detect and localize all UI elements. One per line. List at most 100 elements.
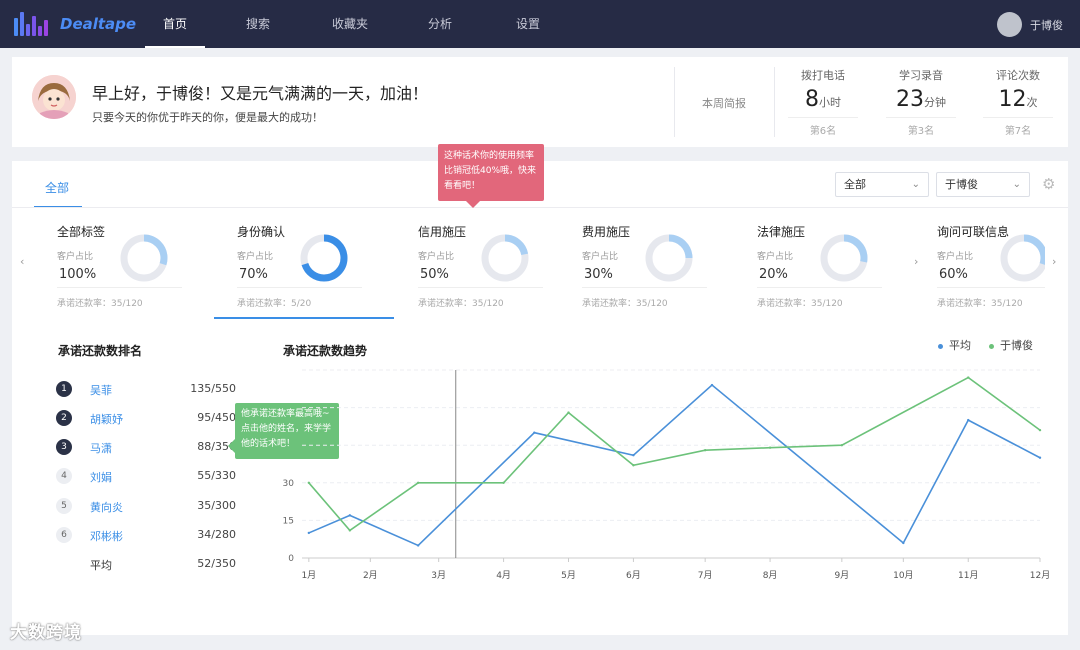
stat-label: 评论次数 (996, 69, 1040, 82)
user-name[interactable]: 于博俊 (1030, 17, 1063, 33)
scope-select[interactable]: 全部 ⌄ (835, 172, 929, 197)
x-tick-label: 1月 (301, 570, 316, 581)
x-tick-label: 4月 (496, 570, 511, 581)
category-donut (481, 234, 529, 282)
data-point (768, 446, 772, 449)
divider (57, 287, 182, 288)
greeting-subtitle: 只要今天的你优于昨天的你，便是最大的成功！ (92, 111, 323, 124)
data-point (967, 418, 970, 422)
ranking-row: 5 黄向炎 35/300 (56, 496, 236, 516)
divider (757, 287, 882, 288)
carousel-next-button[interactable]: › (914, 255, 918, 268)
divider (774, 67, 775, 137)
stat-calls: 拨打电话 8小时 第6名 (778, 67, 868, 137)
category-sub: 客户占比 (757, 252, 794, 262)
data-point (416, 544, 420, 547)
profile-avatar (32, 75, 76, 119)
category-name: 身份确认 (237, 225, 286, 239)
category-percent: 50% (420, 267, 449, 282)
nav-favorites[interactable]: 收藏夹 (320, 0, 380, 48)
category-card-fees[interactable]: 费用施压 客户占比 30% 承诺还款率：35/120 (582, 221, 732, 311)
stat-value: 23 (896, 87, 924, 112)
legend-dot (938, 343, 943, 349)
legend-average[interactable]: 平均 (938, 337, 971, 353)
trend-line-chart: 0 15 30 1月 2月 3月 4月 5月 6月 7月 8月 9月 10月 11月 12月 (283, 369, 1050, 581)
x-tick-label: 5月 (561, 570, 576, 581)
category-name: 全部标签 (57, 225, 106, 239)
divider (418, 287, 543, 288)
rank-badge: 6 (56, 527, 72, 543)
category-rate: 承诺还款率：35/120 (582, 299, 668, 309)
gear-icon[interactable]: ⚙ (1042, 176, 1058, 192)
data-point (632, 454, 635, 457)
category-sub: 客户占比 (237, 252, 274, 262)
rank-name-link[interactable]: 吴菲 (90, 382, 112, 398)
rank-badge: 1 (56, 381, 72, 397)
category-percent: 60% (939, 267, 968, 282)
rank-name-link[interactable]: 黄向炎 (90, 499, 123, 515)
stat-rank: 第3名 (886, 117, 956, 137)
tab-divider (12, 207, 1068, 208)
data-point (307, 481, 311, 484)
category-donut (820, 234, 868, 282)
y-tick-label: 0 (288, 554, 294, 564)
rank-name-link[interactable]: 刘娟 (90, 469, 112, 485)
stat-label: 学习录音 (899, 69, 943, 82)
stat-learning: 学习录音 23分钟 第3名 (876, 67, 966, 137)
stat-label: 拨打电话 (801, 69, 845, 82)
user-avatar[interactable] (997, 12, 1022, 37)
rank-name-link[interactable]: 马潇 (90, 440, 112, 456)
divider (237, 287, 362, 288)
x-tick-label: 9月 (834, 570, 849, 581)
tab-all[interactable]: 全部 (45, 179, 69, 196)
category-card-credit[interactable]: 信用施压 客户占比 50% 承诺还款率：35/120 (418, 221, 568, 311)
category-rate: 承诺还款率：35/120 (757, 299, 843, 309)
category-rate: 承诺还款率：35/120 (937, 299, 1023, 309)
nav-search[interactable]: 搜索 (228, 0, 288, 48)
legend-user[interactable]: 于博俊 (989, 337, 1033, 353)
ranking-row: 4 刘娟 55/330 (56, 466, 236, 486)
category-card-legal[interactable]: 法律施压 客户占比 20% 承诺还款率：35/120 (757, 221, 907, 311)
data-point (703, 449, 707, 452)
carousel-scroll-right-button[interactable]: › (1052, 255, 1056, 268)
category-card-contact[interactable]: 询问可联信息 客户占比 60% 承诺还款率：35/120 (937, 221, 1045, 311)
nav-settings[interactable]: 设置 (498, 0, 558, 48)
rank-value: 35/300 (197, 499, 236, 512)
rank-value: 95/450 (197, 411, 236, 424)
stat-unit: 分钟 (924, 96, 946, 109)
scope-select-value: 全部 (844, 178, 866, 191)
stat-unit: 小时 (819, 96, 841, 109)
nav-home[interactable]: 首页 (145, 0, 205, 48)
series-average-line[interactable] (308, 383, 1041, 547)
brand-logo[interactable]: Dealtape (14, 12, 136, 36)
rank-name-link[interactable]: 邓彬彬 (90, 528, 123, 544)
rank-badge: 2 (56, 410, 72, 426)
rank-badge: 4 (56, 468, 72, 484)
x-tick-label: 12月 (1030, 570, 1050, 581)
category-donut (1000, 234, 1045, 282)
ranking-row: 3 马潇 88/350 (56, 437, 236, 457)
rank-name-link[interactable]: 胡颖妤 (90, 411, 123, 427)
category-percent: 70% (239, 267, 268, 282)
category-sub: 客户占比 (57, 252, 94, 262)
x-tick-label: 10月 (893, 570, 913, 581)
category-donut (645, 234, 693, 282)
category-percent: 20% (759, 267, 788, 282)
watermark: 大数跨境 (10, 623, 82, 643)
category-donut (300, 234, 348, 282)
data-point (416, 481, 420, 484)
top-navbar: Dealtape 首页 搜索 收藏夹 分析 设置 于博俊 (0, 0, 1080, 48)
category-card-identity[interactable]: 身份确认 客户占比 70% 承诺还款率：5/20 (237, 221, 387, 311)
category-percent: 100% (59, 267, 97, 282)
person-select[interactable]: 于博俊 ⌄ (936, 172, 1030, 197)
category-card-all[interactable]: 全部标签 客户占比 100% 承诺还款率：35/120 (57, 221, 207, 311)
nav-analysis[interactable]: 分析 (410, 0, 470, 48)
x-tick-label: 3月 (431, 570, 446, 581)
data-point (1038, 456, 1042, 459)
person-select-value: 于博俊 (945, 178, 978, 191)
series-user-line[interactable] (308, 376, 1041, 532)
chevron-down-icon: ⌄ (1012, 179, 1021, 190)
logo-waveform-icon (14, 12, 54, 36)
carousel-prev-button[interactable]: ‹ (20, 255, 24, 268)
ranking-average-row: 平均 52/350 (56, 554, 236, 574)
